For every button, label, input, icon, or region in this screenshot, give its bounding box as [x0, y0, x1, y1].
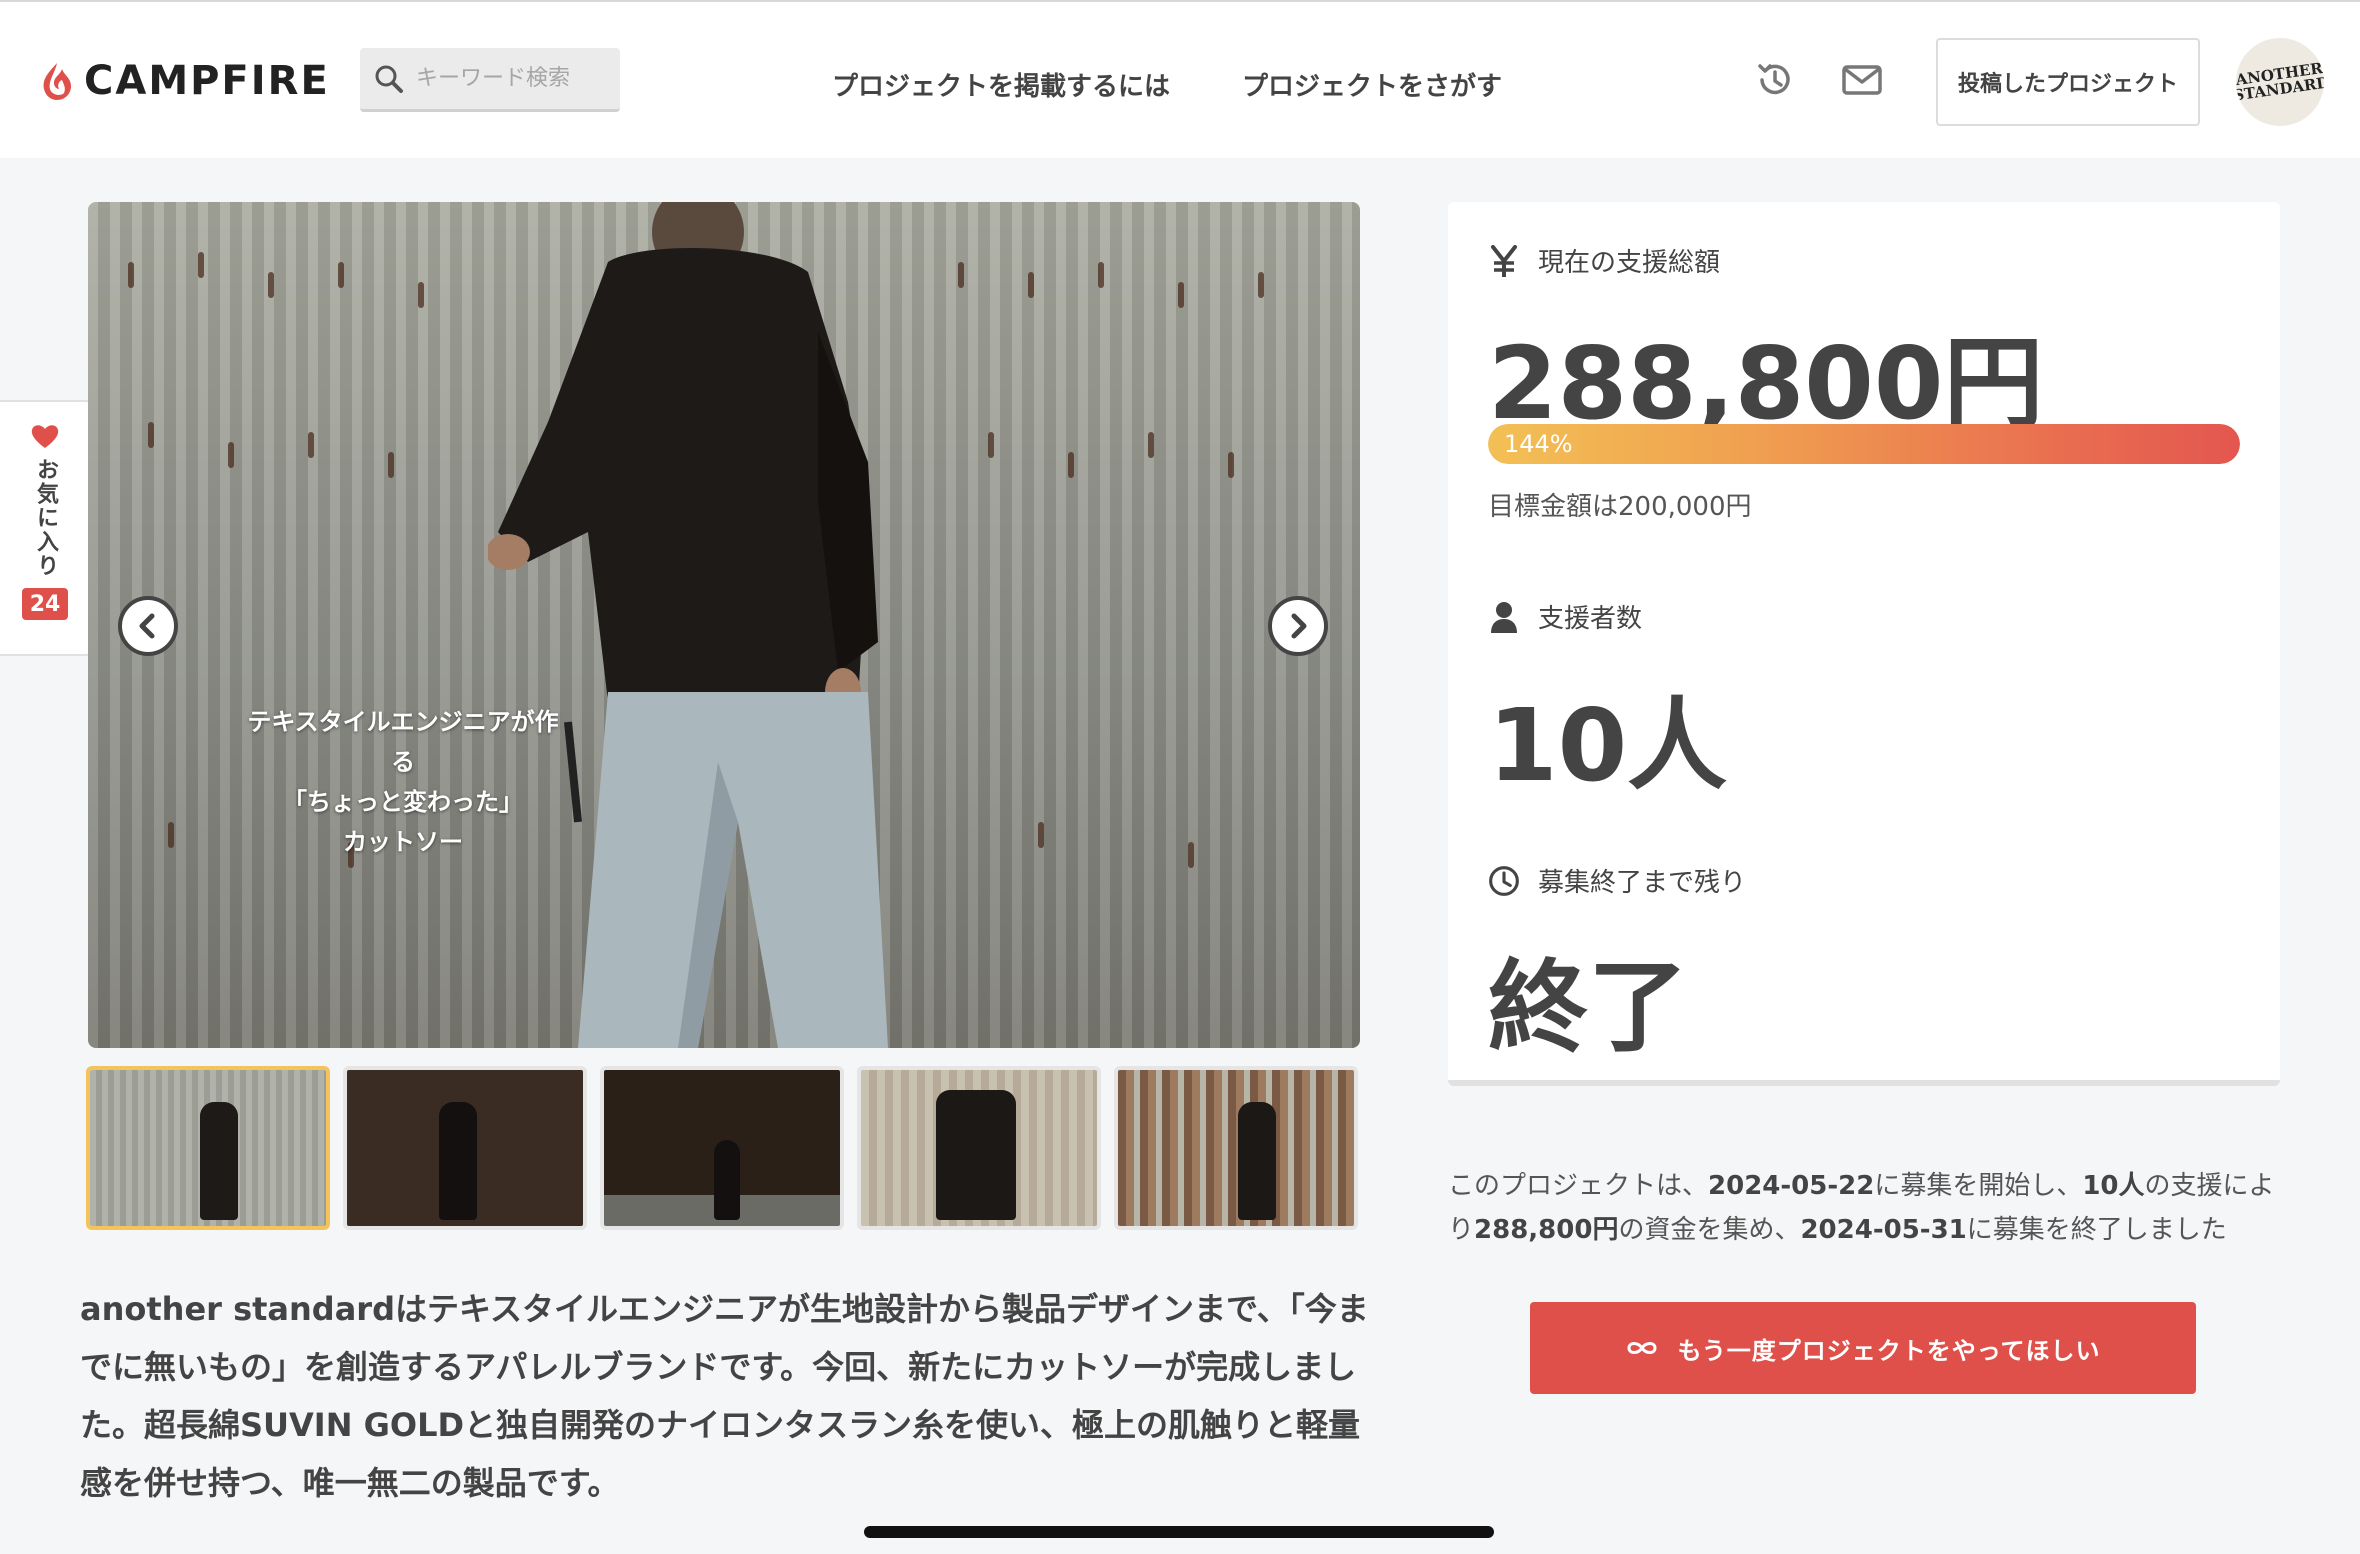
total-funding-label-text: 現在の支援総額	[1538, 248, 1721, 278]
search-icon	[375, 65, 403, 93]
thumbnail-2[interactable]	[343, 1066, 587, 1230]
backers-label-text: 支援者数	[1538, 604, 1643, 634]
nav-find-projects[interactable]: プロジェクトをさがす	[1242, 66, 1502, 103]
previous-image-button[interactable]	[118, 596, 178, 656]
hero-caption-line: 「ちょっと変わった」	[283, 788, 523, 816]
summary-text: に募集を終了しました	[1966, 1215, 2227, 1245]
summary-text: このプロジェクトは、	[1448, 1171, 1709, 1201]
request-rerun-label: もう一度プロジェクトをやってほしい	[1677, 1336, 2101, 1365]
campfire-logo[interactable]: CAMPFIRE	[40, 58, 330, 104]
home-indicator[interactable]	[864, 1526, 1494, 1538]
person-icon	[1491, 601, 1517, 633]
summary-text: の資金を集め、	[1618, 1215, 1801, 1245]
main-project-image: テキスタイルエンジニアが作る 「ちょっと変わった」 カットソー	[88, 202, 1360, 1048]
model-figure	[488, 202, 888, 1048]
favorite-count: 24	[22, 588, 68, 620]
next-image-button[interactable]	[1268, 596, 1328, 656]
flame-icon	[43, 63, 71, 100]
heart-icon	[31, 425, 59, 448]
funding-stats-card: 現在の支援総額 288,800円 144% 目標金額は200,000円 支援者数…	[1448, 202, 2280, 1086]
infinity-icon	[1627, 1342, 1657, 1354]
backers-value: 10人	[1488, 687, 1728, 804]
avatar-logo-text: ANOTHER STANDARD	[2236, 59, 2324, 105]
user-avatar[interactable]: ANOTHER STANDARD	[2236, 38, 2324, 126]
remaining-time-value: 終了	[1488, 949, 1688, 1066]
project-result-summary: このプロジェクトは、2024-05-22に募集を開始し、10人の支援により288…	[1448, 1164, 2288, 1252]
summary-amount: 288,800円	[1474, 1215, 1619, 1245]
summary-end-date: 2024-05-31	[1800, 1215, 1967, 1245]
thumbnail-1[interactable]	[86, 1066, 330, 1230]
clock-icon	[1489, 865, 1519, 896]
request-rerun-button[interactable]: もう一度プロジェクトをやってほしい	[1530, 1302, 2196, 1394]
remaining-time-label-text: 募集終了まで残り	[1538, 868, 1747, 898]
remaining-time-label: 募集終了まで残り	[1488, 862, 1746, 899]
backers-label: 支援者数	[1488, 598, 1642, 635]
logo-text: CAMPFIRE	[84, 58, 330, 104]
summary-text: に募集を開始し、	[1874, 1171, 2083, 1201]
funding-progress-bar: 144%	[1488, 424, 2240, 464]
progress-fill: 144%	[1488, 424, 2240, 464]
summary-start-date: 2024-05-22	[1708, 1171, 1875, 1201]
project-description: another standardはテキスタイルエンジニアが生地設計から製品デザイ…	[80, 1290, 1369, 1502]
thumbnail-5[interactable]	[1114, 1066, 1358, 1230]
yen-icon	[1491, 244, 1517, 277]
favorite-tab[interactable]: お気に入り 24	[0, 400, 92, 656]
nav-how-to-publish[interactable]: プロジェクトを掲載するには	[832, 66, 1170, 103]
search-input[interactable]	[416, 66, 606, 91]
search-box[interactable]	[360, 48, 620, 112]
goal-amount: 目標金額は200,000円	[1488, 492, 1752, 522]
site-header: CAMPFIRE プロジェクトを掲載するには プロジェクトをさがす 投稿したプロ…	[0, 0, 2360, 158]
history-icon[interactable]	[1752, 58, 1796, 102]
thumbnail-4[interactable]	[857, 1066, 1101, 1230]
hero-caption: テキスタイルエンジニアが作る 「ちょっと変わった」 カットソー	[238, 702, 568, 862]
chevron-left-icon	[139, 613, 155, 639]
hero-caption-line: カットソー	[343, 828, 463, 856]
hero-caption-line: テキスタイルエンジニアが作る	[247, 708, 559, 776]
progress-percent: 144%	[1504, 430, 1573, 458]
total-funding-label: 現在の支援総額	[1488, 242, 1720, 279]
mail-icon[interactable]	[1840, 58, 1884, 102]
thumbnail-3[interactable]	[600, 1066, 844, 1230]
chevron-right-icon	[1291, 613, 1307, 639]
favorite-label: お気に入り	[33, 458, 58, 578]
posted-projects-button[interactable]: 投稿したプロジェクト	[1936, 38, 2200, 126]
summary-backers: 10人	[2082, 1171, 2145, 1201]
